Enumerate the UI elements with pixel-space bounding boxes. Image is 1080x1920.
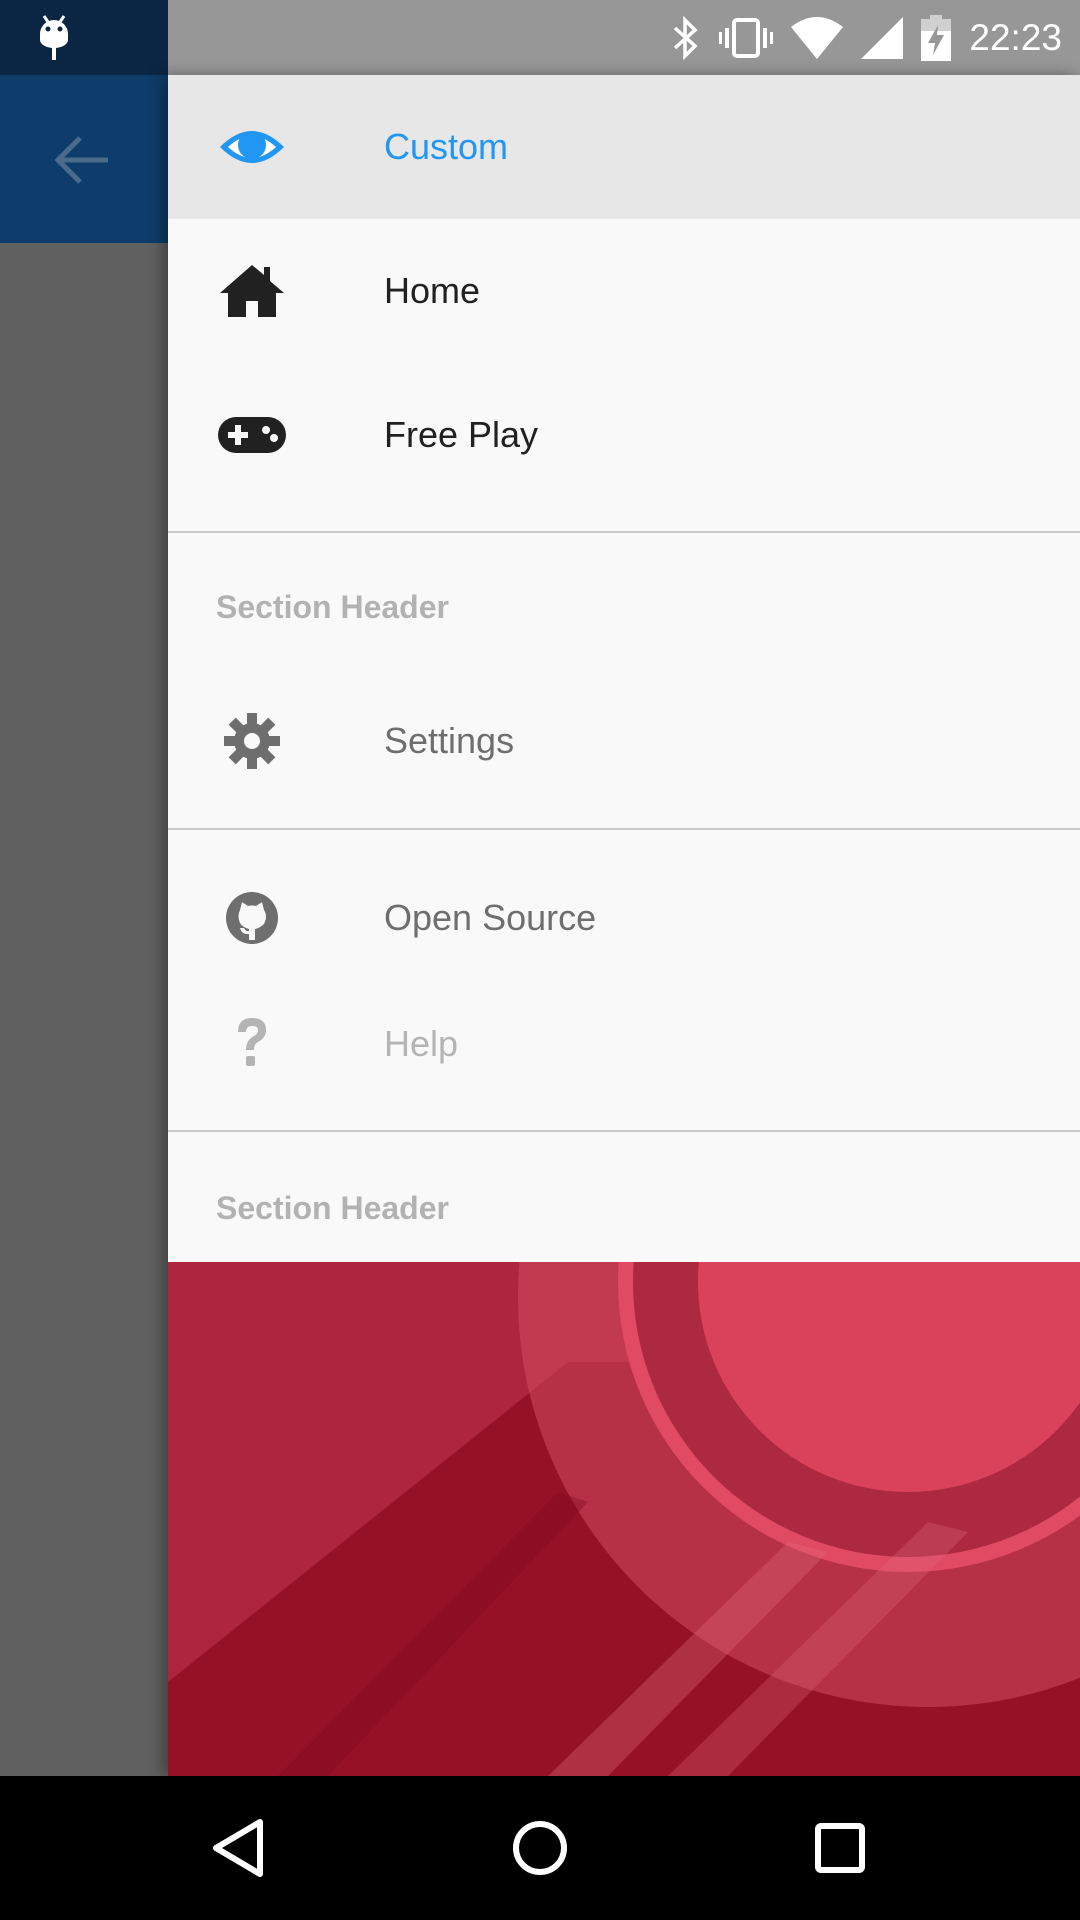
content-scrim[interactable]: [0, 243, 168, 1776]
section-header: Section Header: [216, 589, 449, 625]
drawer-item-home[interactable]: Home: [168, 219, 1080, 363]
drawer-item-custom[interactable]: Custom: [168, 75, 1080, 219]
navigation-drawer: Custom Home Free Play Section Header Set…: [168, 75, 1080, 1776]
vibrate-icon: [719, 16, 774, 60]
gamepad-icon: [218, 401, 286, 469]
android-notification-icon: [39, 15, 69, 60]
gear-icon: [218, 707, 286, 775]
github-icon: [218, 884, 286, 952]
eye-icon: [218, 113, 286, 181]
status-time: 22:23: [969, 16, 1062, 58]
back-triangle-icon[interactable]: [204, 1812, 276, 1884]
divider: [168, 1130, 1080, 1132]
drawer-item-open-source[interactable]: Open Source: [168, 846, 1080, 990]
battery-charging-icon: [921, 14, 952, 61]
home-icon: [218, 257, 286, 325]
drawer-item-label: Custom: [384, 126, 509, 167]
help-icon: [218, 1010, 286, 1078]
drawer-item-free-play[interactable]: Free Play: [168, 363, 1080, 507]
status-bar-left-area: [0, 0, 168, 75]
wifi-icon: [791, 16, 844, 59]
bluetooth-icon: [671, 15, 701, 60]
arrow-back-icon[interactable]: [50, 128, 114, 192]
signal-icon: [861, 16, 904, 59]
section-header: Section Header: [216, 1190, 449, 1226]
drawer-item-help[interactable]: Help: [168, 972, 1080, 1116]
status-bar: 22:23: [0, 0, 1080, 75]
divider: [168, 531, 1080, 533]
drawer-item-settings[interactable]: Settings: [168, 669, 1080, 813]
drawer-item-label: Help: [384, 1023, 459, 1064]
system-navigation-bar: [0, 1776, 1080, 1920]
drawer-item-label: Settings: [384, 720, 515, 761]
drawer-item-label: Home: [384, 270, 481, 311]
status-icons: 22:23: [671, 0, 1062, 75]
app-bar: [0, 75, 168, 243]
drawer-background-art: [168, 1262, 1080, 1776]
home-circle-icon[interactable]: [504, 1812, 576, 1884]
drawer-item-label: Open Source: [384, 897, 597, 938]
divider: [168, 828, 1080, 830]
recents-square-icon[interactable]: [804, 1812, 876, 1884]
drawer-item-label: Free Play: [384, 414, 539, 455]
